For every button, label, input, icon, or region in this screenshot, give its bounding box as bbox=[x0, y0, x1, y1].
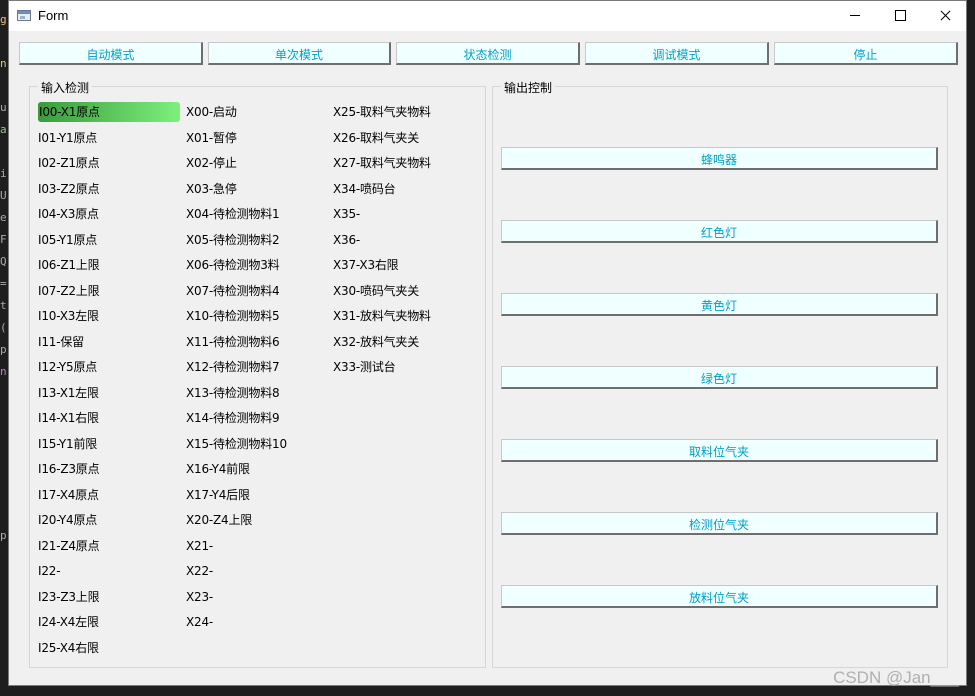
input-status-label: I24-X4左限 bbox=[38, 615, 99, 629]
input-status-label: X03-急停 bbox=[186, 182, 237, 196]
window-icon bbox=[17, 10, 31, 21]
pick-gripper-button[interactable]: 取料位气夹 bbox=[501, 439, 938, 462]
input-status-label: I16-Z3原点 bbox=[38, 462, 100, 476]
single-mode-button[interactable]: 单次模式 bbox=[208, 42, 391, 65]
input-status-label: I03-Z2原点 bbox=[38, 182, 100, 196]
input-status-label: X31-放料气夹物料 bbox=[333, 309, 431, 323]
place-gripper-button[interactable]: 放料位气夹 bbox=[501, 585, 938, 608]
buzzer-button[interactable]: 蜂鸣器 bbox=[501, 147, 938, 170]
maximize-button[interactable] bbox=[877, 1, 923, 31]
input-status-label: I15-Y1前限 bbox=[38, 437, 98, 451]
input-status-label: I07-Z2上限 bbox=[38, 284, 100, 298]
editor-glyph: t bbox=[0, 299, 7, 312]
input-status-label: I10-X3左限 bbox=[38, 309, 99, 323]
debug-mode-button[interactable]: 调试模式 bbox=[585, 42, 769, 65]
form-window: Form 自动模式 单次模式 状态检测 调试模式 停止 输入检测 输出控制 I0… bbox=[8, 0, 967, 686]
editor-glyph: a bbox=[0, 123, 7, 136]
window-title: Form bbox=[38, 8, 69, 23]
input-status-label: I20-Y4原点 bbox=[38, 513, 98, 527]
input-status-label: X34-喷码台 bbox=[333, 182, 396, 196]
input-status-label: X26-取料气夹关 bbox=[333, 131, 420, 145]
input-status-label: X23- bbox=[186, 590, 214, 604]
inspect-gripper-button[interactable]: 检测位气夹 bbox=[501, 512, 938, 535]
editor-glyph: u bbox=[0, 101, 7, 114]
input-status-label: I02-Z1原点 bbox=[38, 156, 100, 170]
editor-glyph: = bbox=[0, 277, 7, 290]
input-group-title: 输入检测 bbox=[38, 79, 93, 96]
input-status-label: X06-待检测物3料 bbox=[186, 258, 280, 272]
editor-glyph: n bbox=[0, 365, 7, 378]
editor-glyph: F bbox=[0, 233, 7, 246]
input-status-label: X27-取料气夹物料 bbox=[333, 156, 431, 170]
input-status-label: I06-Z1上限 bbox=[38, 258, 100, 272]
input-status-label: X35- bbox=[333, 207, 361, 221]
input-status-label: X36- bbox=[333, 233, 361, 247]
input-status-label: X30-喷码气夹关 bbox=[333, 284, 420, 298]
input-status-label: X00-启动 bbox=[186, 105, 237, 119]
input-status-label: I25-X4右限 bbox=[38, 641, 99, 655]
input-status-label: X24- bbox=[186, 615, 214, 629]
yellow-light-button[interactable]: 黄色灯 bbox=[501, 293, 938, 316]
auto-mode-button[interactable]: 自动模式 bbox=[19, 42, 203, 65]
input-status-label: I01-Y1原点 bbox=[38, 131, 98, 145]
input-status-label: X10-待检测物料5 bbox=[186, 309, 280, 323]
input-detection-group: 输入检测 bbox=[29, 79, 486, 668]
input-status-label: X12-待检测物料7 bbox=[186, 360, 280, 374]
input-status-label: X15-待检测物料10 bbox=[186, 437, 287, 451]
status-check-button[interactable]: 状态检测 bbox=[396, 42, 580, 65]
input-status-label: I22- bbox=[38, 564, 61, 578]
input-status-label: I21-Z4原点 bbox=[38, 539, 100, 553]
editor-glyph: g bbox=[0, 13, 7, 26]
input-status-label: I14-X1右限 bbox=[38, 411, 99, 425]
editor-glyph: n bbox=[0, 57, 7, 70]
input-status-label: I11-保留 bbox=[38, 335, 84, 349]
stop-button[interactable]: 停止 bbox=[774, 42, 958, 65]
input-status-label: I04-X3原点 bbox=[38, 207, 99, 221]
input-status-label: X02-停止 bbox=[186, 156, 237, 170]
input-status-label: X17-Y4后限 bbox=[186, 488, 250, 502]
editor-glyph: Q bbox=[0, 255, 7, 268]
editor-glyph: p bbox=[0, 529, 7, 542]
watermark: CSDN @Jan___ bbox=[833, 668, 959, 687]
input-status-label: X37-X3右限 bbox=[333, 258, 399, 272]
input-status-label: X07-待检测物料4 bbox=[186, 284, 280, 298]
input-status-label: X11-待检测物料6 bbox=[186, 335, 280, 349]
minimize-button[interactable] bbox=[832, 1, 878, 31]
input-status-label: I23-Z3上限 bbox=[38, 590, 100, 604]
input-status-label: X32-放料气夹关 bbox=[333, 335, 420, 349]
title-bar[interactable]: Form bbox=[9, 1, 966, 31]
red-light-button[interactable]: 红色灯 bbox=[501, 220, 938, 243]
input-status-label: I13-X1左限 bbox=[38, 386, 99, 400]
editor-glyph: p bbox=[0, 343, 7, 356]
input-status-label: X33-测试台 bbox=[333, 360, 396, 374]
input-status-label: I05-Y1原点 bbox=[38, 233, 98, 247]
input-status-label: X25-取料气夹物料 bbox=[333, 105, 431, 119]
input-status-label: I17-X4原点 bbox=[38, 488, 99, 502]
input-status-label: X05-待检测物料2 bbox=[186, 233, 280, 247]
input-status-label-active: I00-X1原点 bbox=[38, 102, 180, 122]
editor-glyph: ( bbox=[0, 321, 7, 334]
input-status-label: X04-待检测物料1 bbox=[186, 207, 280, 221]
green-light-button[interactable]: 绿色灯 bbox=[501, 366, 938, 389]
input-status-label: X01-暂停 bbox=[186, 131, 237, 145]
input-status-label: X22- bbox=[186, 564, 214, 578]
input-status-label: I12-Y5原点 bbox=[38, 360, 98, 374]
output-group-title: 输出控制 bbox=[501, 79, 556, 96]
editor-glyph: U bbox=[0, 189, 7, 202]
close-button[interactable] bbox=[922, 1, 968, 31]
input-status-label: X16-Y4前限 bbox=[186, 462, 250, 476]
input-status-label: X13-待检测物料8 bbox=[186, 386, 280, 400]
editor-glyph: i bbox=[0, 167, 7, 180]
input-status-label: X21- bbox=[186, 539, 214, 553]
input-status-label: X20-Z4上限 bbox=[186, 513, 253, 527]
input-status-label: X14-待检测物料9 bbox=[186, 411, 280, 425]
editor-glyph: e bbox=[0, 211, 7, 224]
